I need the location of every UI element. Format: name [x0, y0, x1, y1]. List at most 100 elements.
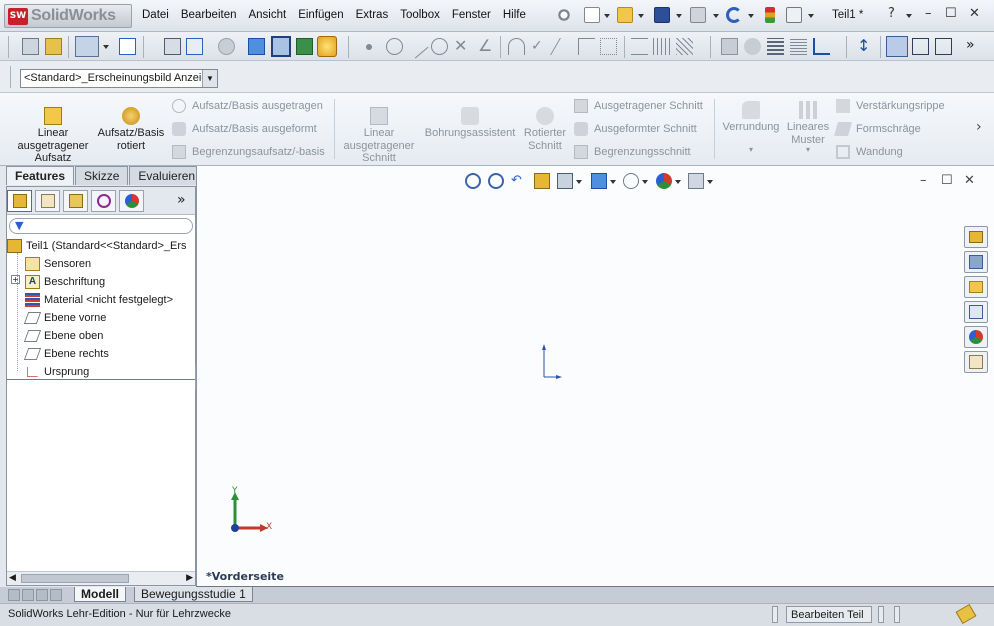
task-pane-custom-properties-tab[interactable] — [964, 351, 988, 373]
rib-button[interactable]: Verstärkungsrippe — [836, 99, 945, 113]
dimxpert-tab-icon[interactable] — [91, 190, 116, 212]
linear-pattern-button[interactable]: Lineares Muster ▾ — [784, 101, 832, 157]
task-pane-design-library-tab[interactable] — [964, 251, 988, 273]
chevron-down-icon[interactable] — [748, 14, 754, 18]
zoom-to-fit-icon[interactable] — [465, 173, 481, 189]
list-icon[interactable] — [767, 38, 784, 55]
pin-icon[interactable] — [556, 7, 572, 23]
rapid-sketch-icon[interactable] — [186, 38, 203, 55]
display-style-icon[interactable] — [591, 173, 607, 189]
swept-boss-button[interactable]: Aufsatz/Basis ausgetragen — [172, 99, 323, 113]
horizontal-scrollbar[interactable]: ◀ ▶ — [7, 571, 195, 585]
tree-item-beschriftung[interactable]: A Beschriftung — [25, 275, 105, 289]
construction-icon[interactable] — [600, 38, 617, 55]
edit-appearance-icon[interactable] — [656, 173, 672, 189]
point-icon[interactable] — [366, 44, 372, 50]
scroll-left-icon[interactable]: ◀ — [9, 573, 16, 583]
tree-item-ebene-vorne[interactable]: Ebene vorne — [23, 311, 106, 325]
task-pane-view-palette-tab[interactable] — [964, 301, 988, 323]
previous-view-icon[interactable]: ↶ — [511, 173, 527, 189]
close-button[interactable]: ✕ — [969, 6, 980, 21]
line-icon[interactable] — [404, 34, 429, 59]
wireframe-icon[interactable] — [912, 38, 929, 55]
sheet-icon[interactable] — [721, 38, 738, 55]
chevron-down-icon[interactable] — [676, 14, 682, 18]
iso-view-icon[interactable] — [248, 38, 265, 55]
angle-icon[interactable]: ∠ — [478, 38, 495, 55]
tab-features[interactable]: Features — [6, 166, 75, 185]
print-icon[interactable] — [690, 7, 706, 23]
shell-button[interactable]: Wandung — [836, 145, 903, 159]
last-tab-icon[interactable] — [50, 589, 62, 601]
menu-toolbox[interactable]: Toolbox — [400, 9, 440, 21]
menu-fenster[interactable]: Fenster — [452, 9, 491, 21]
display-manager-tab-icon[interactable] — [119, 190, 144, 212]
chevron-down-icon[interactable] — [610, 180, 616, 184]
boundary-boss-button[interactable]: Begrenzungsaufsatz/-basis — [172, 145, 325, 159]
chevron-down-icon[interactable]: ▾ — [720, 144, 782, 157]
minimize-button[interactable]: – — [925, 6, 932, 21]
appearance-dropdown[interactable]: <Standard>_Erscheinungsbild Anzeig ▼ — [20, 69, 218, 88]
scroll-right-icon[interactable]: ▶ — [186, 573, 193, 583]
menu-einfuegen[interactable]: Einfügen — [298, 9, 343, 21]
chevron-down-icon[interactable] — [675, 180, 681, 184]
circle-icon[interactable] — [386, 38, 403, 55]
lofted-boss-button[interactable]: Aufsatz/Basis ausgeformt — [172, 122, 317, 136]
extruded-cut-button[interactable]: Linear ausgetragener Schnitt — [340, 107, 418, 165]
panel-more-button[interactable]: » — [177, 192, 186, 208]
tree-item-ebene-oben[interactable]: Ebene oben — [23, 329, 103, 343]
chevron-down-icon[interactable]: ▼ — [202, 70, 217, 87]
chevron-down-icon[interactable] — [103, 45, 109, 49]
tree-item-sensoren[interactable]: Sensoren — [25, 257, 91, 271]
check-relation-icon[interactable]: ✓ — [531, 38, 548, 55]
grid-icon[interactable] — [653, 38, 670, 55]
rebuild-traffic-light-icon[interactable] — [765, 7, 775, 23]
prev-tab-icon[interactable] — [22, 589, 34, 601]
trim-icon[interactable]: ✕ — [454, 38, 471, 55]
chevron-down-icon[interactable] — [604, 14, 610, 18]
task-pane-resources-tab[interactable] — [964, 226, 988, 248]
menu-extras[interactable]: Extras — [356, 9, 389, 21]
hidden-lines-icon[interactable] — [935, 38, 952, 55]
perpendicular-icon[interactable] — [578, 38, 595, 55]
options-icon[interactable] — [786, 7, 802, 23]
properties-icon[interactable] — [22, 38, 39, 55]
tag-icon[interactable] — [955, 603, 977, 625]
task-pane-file-explorer-tab[interactable] — [964, 276, 988, 298]
parallel-icon[interactable] — [550, 38, 577, 55]
viewport-restore-button[interactable]: ☐ — [941, 173, 953, 188]
table-icon[interactable] — [790, 38, 807, 55]
restore-button[interactable]: ☐ — [945, 6, 957, 21]
tree-item-ursprung[interactable]: Ursprung — [25, 365, 89, 379]
feature-manager-tab-icon[interactable] — [7, 190, 32, 212]
help-button[interactable]: ? — [888, 6, 895, 21]
gear-icon[interactable] — [218, 38, 235, 55]
chevron-down-icon[interactable] — [713, 14, 719, 18]
edit-sketch-icon[interactable] — [119, 38, 136, 55]
tree-item-material[interactable]: Material <nicht festgelegt> — [25, 293, 173, 307]
appearance-icon[interactable] — [317, 36, 337, 57]
new-document-icon[interactable] — [584, 7, 600, 23]
centerpoint-icon[interactable] — [431, 38, 448, 55]
lofted-cut-button[interactable]: Ausgeformter Schnitt — [574, 122, 697, 136]
chevron-down-icon[interactable] — [707, 180, 713, 184]
chevron-down-icon[interactable] — [638, 14, 644, 18]
hatch-icon[interactable] — [676, 38, 693, 55]
chevron-down-icon[interactable] — [906, 14, 912, 18]
shaded-view-icon[interactable] — [271, 36, 291, 57]
first-tab-icon[interactable] — [8, 589, 20, 601]
graphics-area[interactable] — [196, 166, 994, 586]
tab-skizze[interactable]: Skizze — [75, 166, 129, 185]
tab-modell[interactable]: Modell — [74, 587, 126, 602]
tab-bewegungsstudie[interactable]: Bewegungsstudie 1 — [134, 587, 253, 602]
normal-to-icon[interactable]: ↕ — [857, 38, 874, 55]
expand-toggle[interactable]: + — [11, 275, 20, 284]
dimension-icon[interactable] — [631, 38, 648, 55]
axis-icon[interactable] — [813, 38, 830, 55]
property-manager-tab-icon[interactable] — [35, 190, 60, 212]
next-tab-icon[interactable] — [36, 589, 48, 601]
scene-icon[interactable] — [688, 173, 704, 189]
command-manager-more-button[interactable]: › — [976, 119, 982, 135]
smart-dimension-icon[interactable] — [45, 38, 62, 55]
tab-evaluieren[interactable]: Evaluieren — [129, 166, 205, 185]
